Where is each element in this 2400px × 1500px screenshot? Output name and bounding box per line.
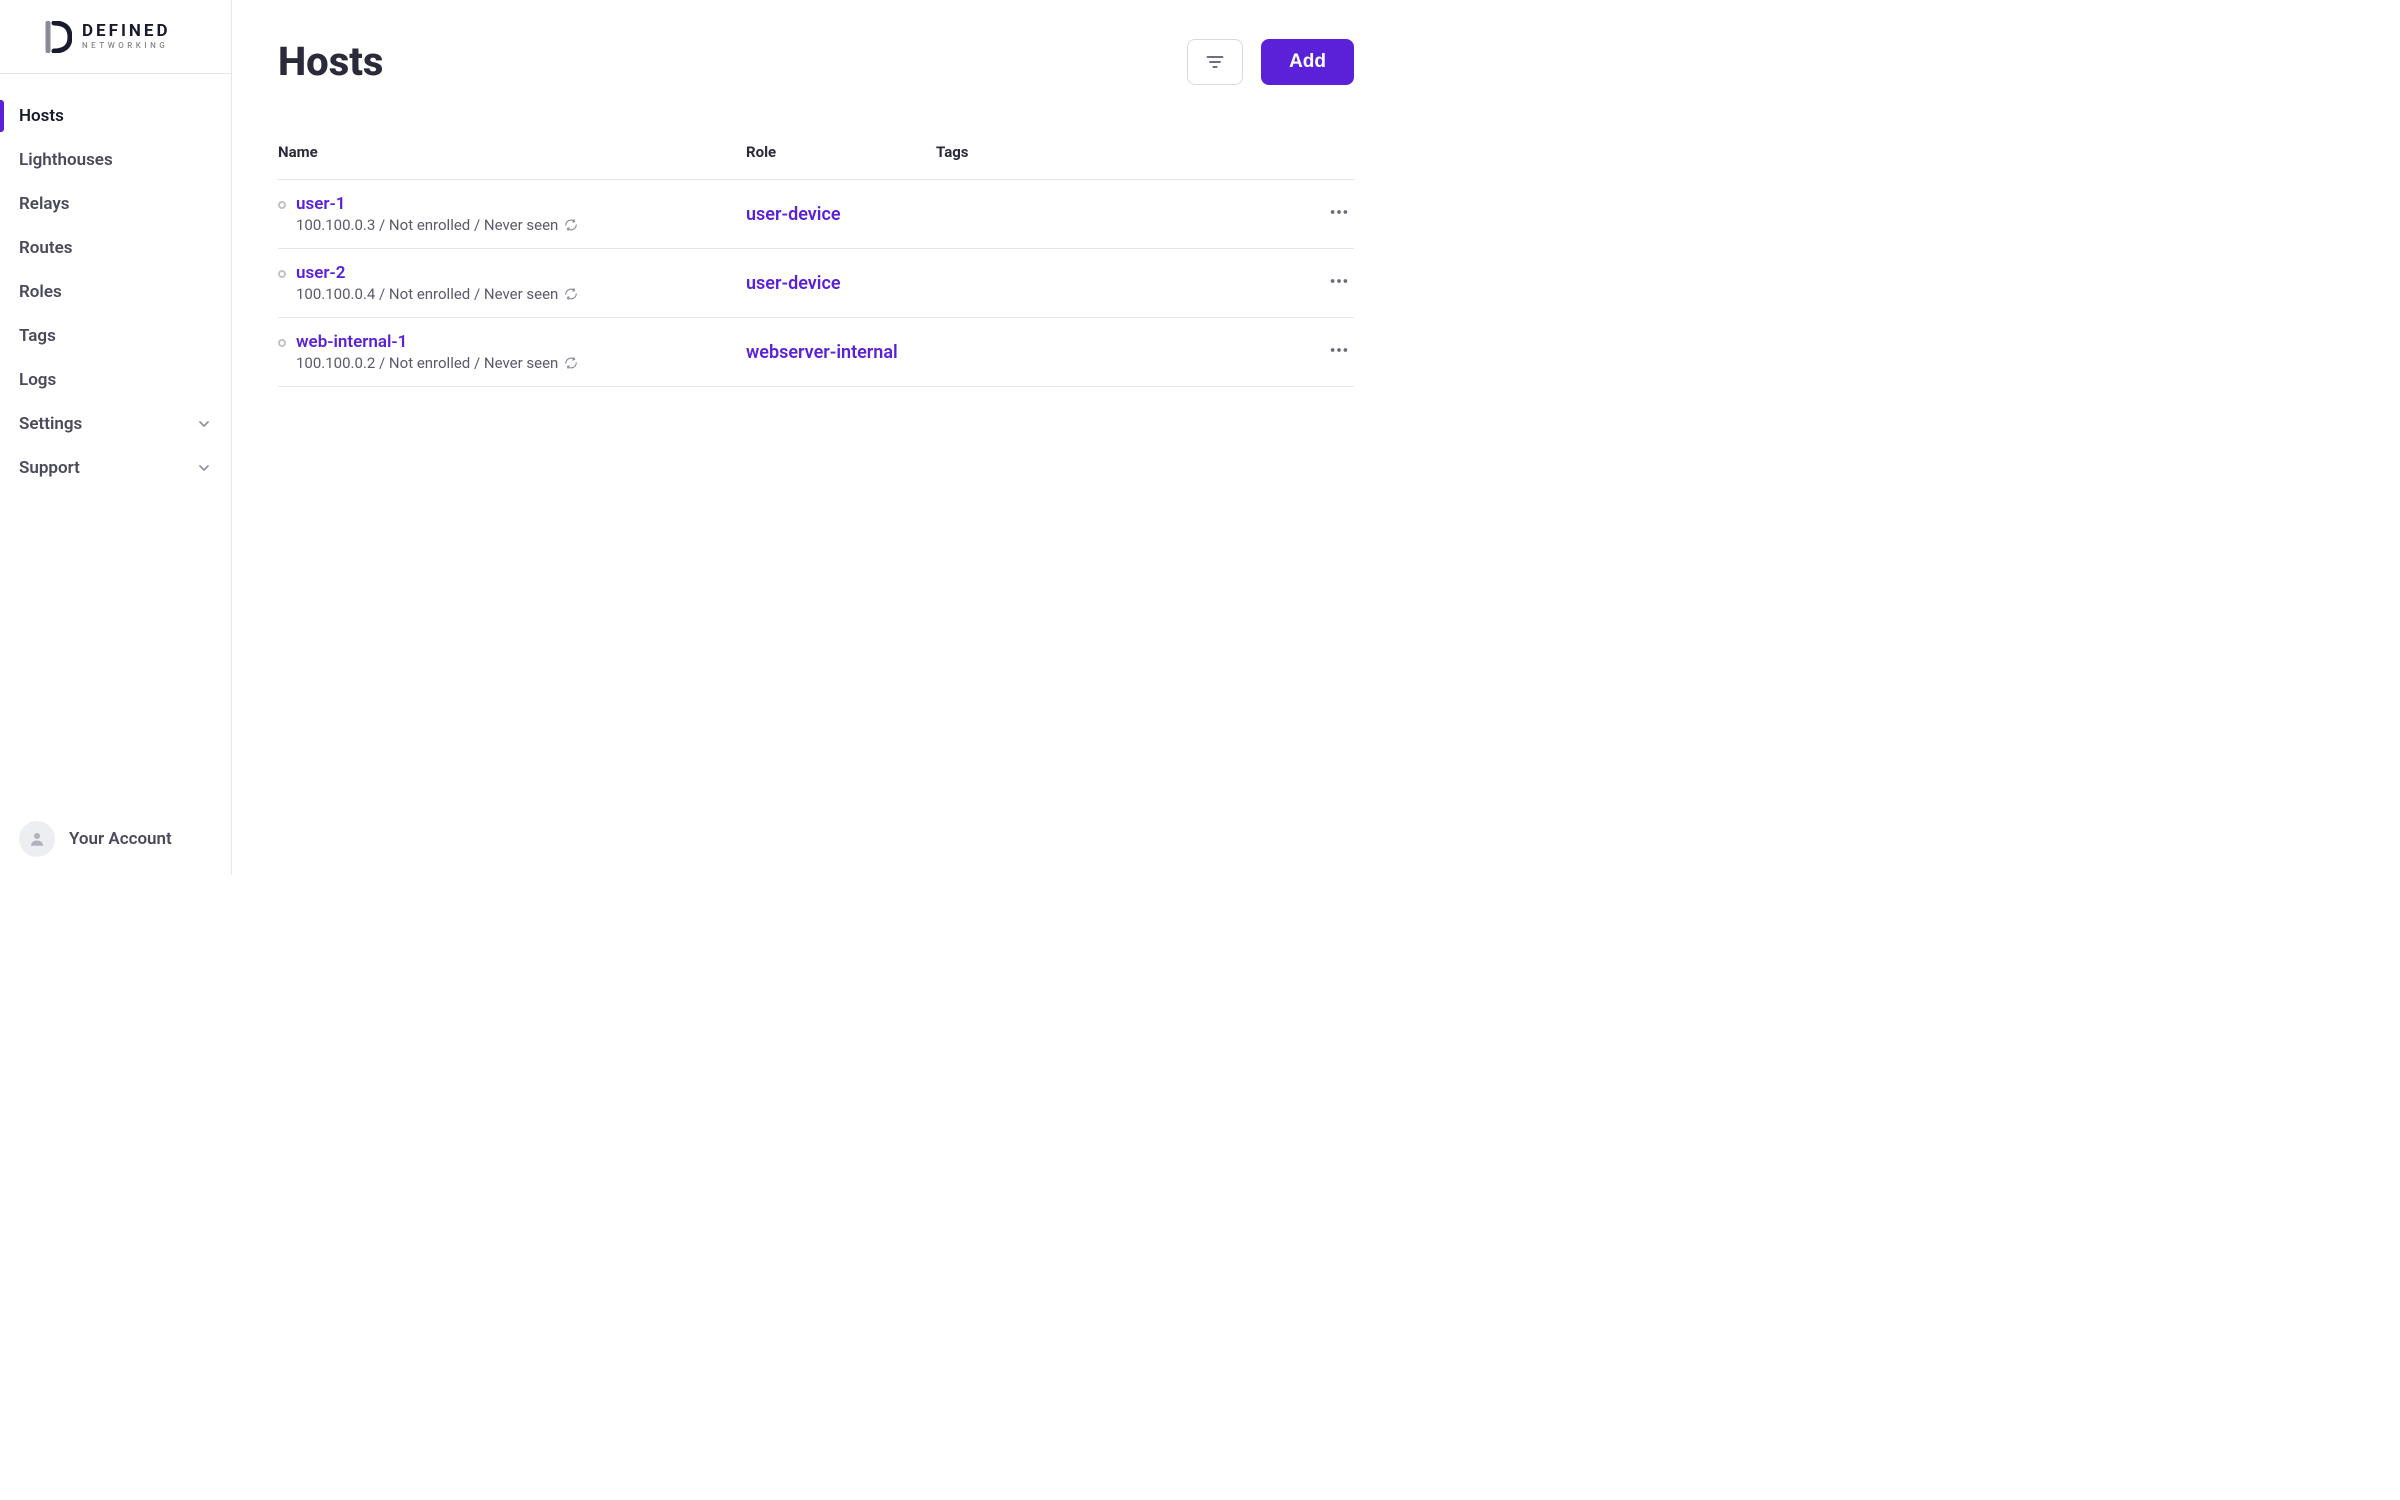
sidebar-item-tags[interactable]: Tags: [0, 314, 231, 358]
sidebar-item-label: Settings: [19, 414, 82, 434]
refresh-icon[interactable]: [564, 287, 578, 301]
more-horizontal-icon: [1328, 201, 1350, 223]
status-indicator: [278, 201, 286, 209]
more-actions-button[interactable]: [1324, 197, 1354, 231]
table-header: Name Role Tags: [278, 143, 1354, 180]
status-indicator: [278, 339, 286, 347]
table-row: user-1 100.100.0.3 / Not enrolled / Never…: [278, 180, 1354, 249]
sidebar-item-settings[interactable]: Settings: [0, 402, 231, 446]
host-name-link[interactable]: user-2: [296, 263, 578, 283]
sidebar: DEFINED NETWORKING Hosts Lighthouses Relay…: [0, 0, 232, 875]
sidebar-item-hosts[interactable]: Hosts: [0, 94, 231, 138]
sidebar-item-label: Tags: [19, 326, 56, 346]
page-title: Hosts: [278, 38, 383, 85]
cell-name: web-internal-1 100.100.0.2 / Not enrolled…: [278, 332, 746, 372]
cell-name: user-1 100.100.0.3 / Not enrolled / Never…: [278, 194, 746, 234]
status-indicator: [278, 270, 286, 278]
host-role-link[interactable]: user-device: [746, 273, 936, 294]
host-meta: 100.100.0.4 / Not enrolled / Never seen: [296, 285, 578, 303]
table-row: user-2 100.100.0.4 / Not enrolled / Never…: [278, 249, 1354, 318]
refresh-icon[interactable]: [564, 356, 578, 370]
sidebar-item-label: Support: [19, 458, 80, 478]
refresh-icon[interactable]: [564, 218, 578, 232]
sidebar-item-support[interactable]: Support: [0, 446, 231, 490]
table-row: web-internal-1 100.100.0.2 / Not enrolled…: [278, 318, 1354, 387]
sidebar-item-roles[interactable]: Roles: [0, 270, 231, 314]
column-header-role[interactable]: Role: [746, 143, 936, 161]
filter-icon: [1205, 52, 1225, 72]
logo-icon: [44, 21, 72, 53]
more-horizontal-icon: [1328, 339, 1350, 361]
column-header-tags[interactable]: Tags: [936, 143, 1304, 161]
add-button[interactable]: Add: [1261, 39, 1354, 85]
more-horizontal-icon: [1328, 270, 1350, 292]
sidebar-item-lighthouses[interactable]: Lighthouses: [0, 138, 231, 182]
logo[interactable]: DEFINED NETWORKING: [0, 0, 231, 74]
main-content: Hosts Add Name Role Tags user-1 100.100.0…: [232, 0, 1400, 875]
account-label: Your Account: [69, 829, 172, 849]
user-icon: [28, 830, 46, 848]
host-role-link[interactable]: webserver-internal: [746, 342, 936, 363]
host-role-link[interactable]: user-device: [746, 204, 936, 225]
host-meta: 100.100.0.2 / Not enrolled / Never seen: [296, 354, 578, 372]
host-meta: 100.100.0.3 / Not enrolled / Never seen: [296, 216, 578, 234]
sidebar-item-label: Hosts: [19, 106, 64, 126]
logo-text: DEFINED NETWORKING: [82, 23, 171, 50]
chevron-down-icon: [196, 416, 212, 432]
sidebar-item-logs[interactable]: Logs: [0, 358, 231, 402]
sidebar-item-label: Routes: [19, 238, 73, 258]
sidebar-nav: Hosts Lighthouses Relays Routes Roles Tags Log…: [0, 74, 231, 803]
avatar: [19, 821, 55, 857]
sidebar-item-relays[interactable]: Relays: [0, 182, 231, 226]
sidebar-item-label: Relays: [19, 194, 70, 214]
more-actions-button[interactable]: [1324, 266, 1354, 300]
sidebar-item-label: Logs: [19, 370, 56, 390]
hosts-table: Name Role Tags user-1 100.100.0.3 / Not e…: [278, 143, 1354, 387]
sidebar-item-routes[interactable]: Routes: [0, 226, 231, 270]
cell-name: user-2 100.100.0.4 / Not enrolled / Never…: [278, 263, 746, 303]
sidebar-item-label: Roles: [19, 282, 62, 302]
chevron-down-icon: [196, 460, 212, 476]
host-name-link[interactable]: user-1: [296, 194, 578, 214]
account-menu[interactable]: Your Account: [0, 803, 231, 875]
host-name-link[interactable]: web-internal-1: [296, 332, 578, 352]
filter-button[interactable]: [1187, 39, 1243, 85]
more-actions-button[interactable]: [1324, 335, 1354, 369]
sidebar-item-label: Lighthouses: [19, 150, 113, 170]
column-header-name[interactable]: Name: [278, 143, 746, 161]
page-header: Hosts Add: [278, 38, 1354, 85]
header-actions: Add: [1187, 39, 1354, 85]
